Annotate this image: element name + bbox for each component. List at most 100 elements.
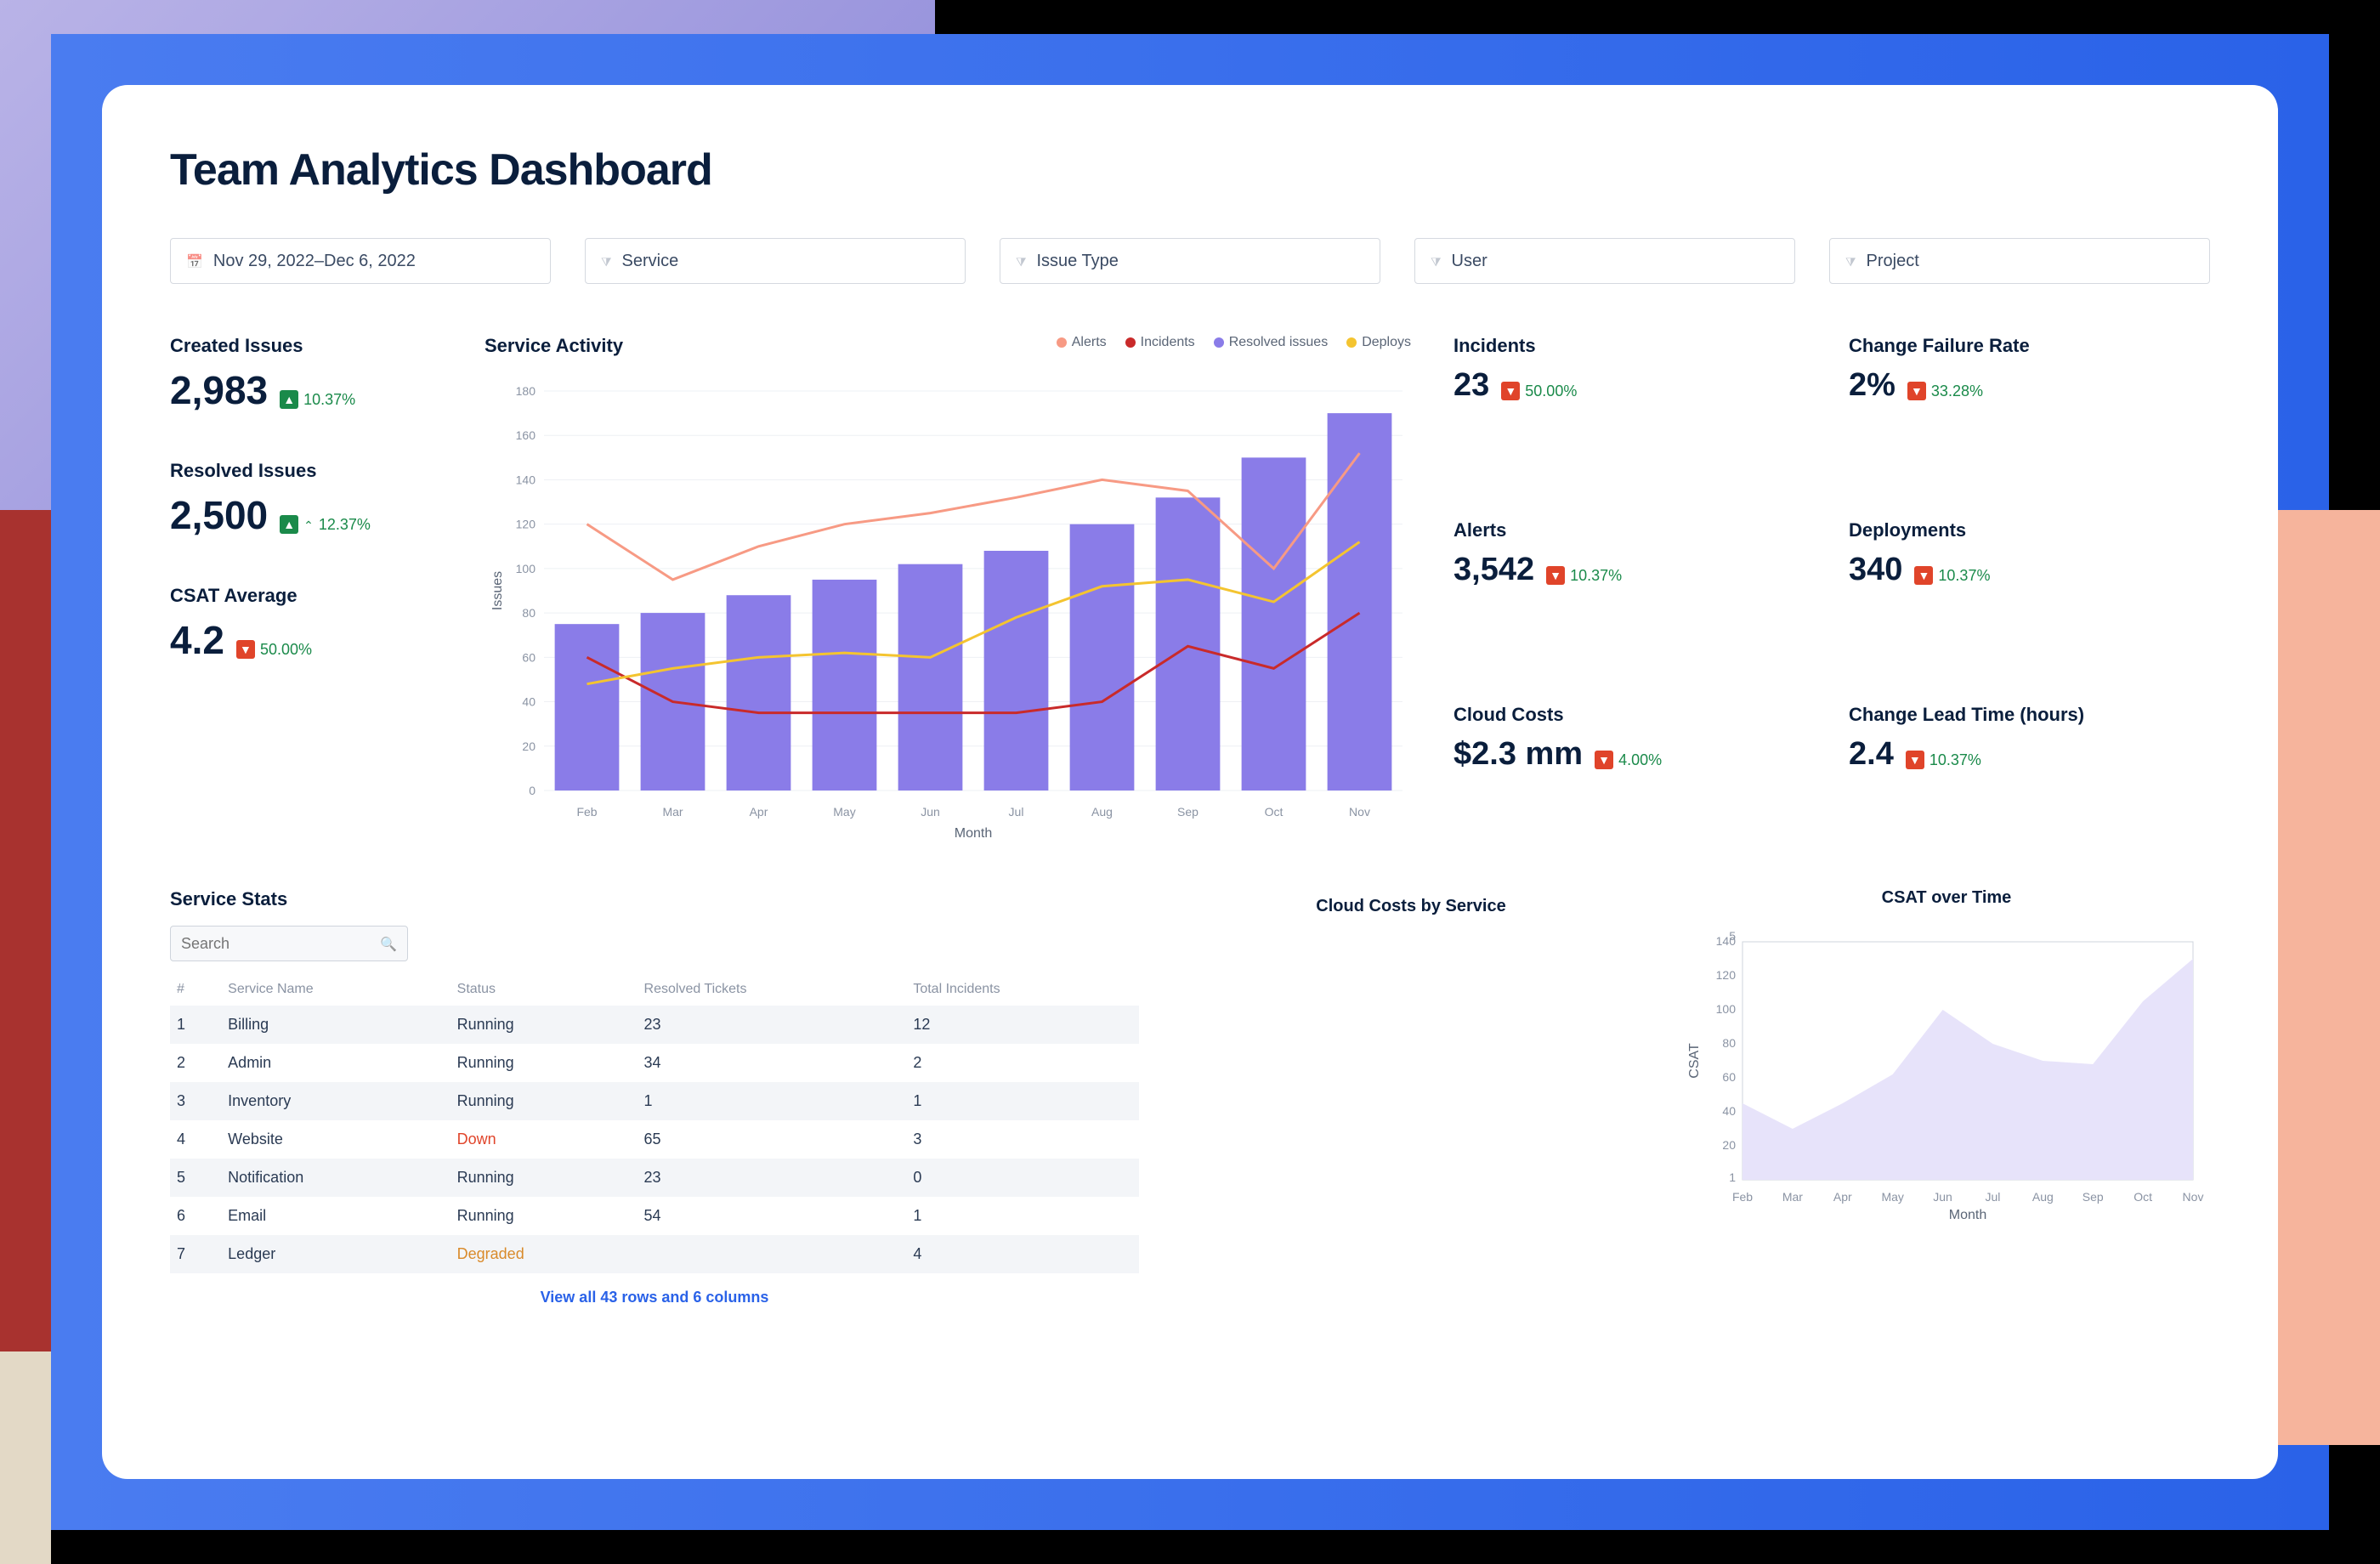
svg-text:40: 40: [522, 695, 536, 709]
section-title: Service Stats: [170, 888, 1139, 910]
kpi-value: 2,500: [170, 492, 268, 538]
service-activity-chart: Service Activity Alerts Incidents Resolv…: [484, 335, 1420, 846]
svg-text:100: 100: [516, 562, 536, 575]
trend-down-icon: ▼: [1501, 382, 1520, 400]
table-row[interactable]: 3InventoryRunning11: [170, 1082, 1139, 1120]
table-row[interactable]: 4WebsiteDown653: [170, 1120, 1139, 1159]
kpi-label: CSAT Average: [170, 585, 450, 607]
kpi-cfr: Change Failure Rate 2% ▼33.28%: [1849, 335, 2210, 477]
caret-up-icon: [303, 516, 314, 534]
svg-text:Jul: Jul: [1009, 805, 1024, 819]
kpi-value: 23: [1454, 367, 1489, 404]
table-header: #: [170, 973, 221, 1006]
svg-text:Mar: Mar: [662, 805, 683, 819]
table-header: Resolved Tickets: [638, 973, 907, 1006]
svg-text:Oct: Oct: [1265, 805, 1284, 819]
svg-text:Month: Month: [1949, 1208, 1986, 1222]
table-header: Status: [450, 973, 638, 1006]
funnel-icon: [1845, 252, 1856, 270]
kpi-delta: 12.37%: [319, 516, 371, 534]
cloud-costs-panel: Cloud Costs by Service: [1190, 888, 1632, 1306]
table-row[interactable]: 1BillingRunning2312: [170, 1006, 1139, 1044]
kpi-created-issues: Created Issues 2,983 ▲10.37%: [170, 335, 450, 413]
kpi-incidents: Incidents 23 ▼50.00%: [1454, 335, 1815, 477]
svg-text:80: 80: [1722, 1036, 1736, 1050]
svg-text:Mar: Mar: [1782, 1190, 1803, 1204]
filter-issue-type[interactable]: Issue Type: [1000, 238, 1380, 284]
kpi-cloud-costs: Cloud Costs $2.3 mm ▼4.00%: [1454, 704, 1815, 846]
filters-row: Nov 29, 2022–Dec 6, 2022 Service Issue T…: [170, 238, 2210, 284]
kpi-label: Change Lead Time (hours): [1849, 704, 2210, 726]
filter-date-range[interactable]: Nov 29, 2022–Dec 6, 2022: [170, 238, 551, 284]
kpi-label: Resolved Issues: [170, 460, 450, 482]
svg-text:CSAT: CSAT: [1687, 1043, 1702, 1079]
svg-text:Sep: Sep: [1177, 805, 1198, 819]
svg-text:1: 1: [1729, 1170, 1736, 1184]
filter-user-label: User: [1452, 252, 1488, 271]
svg-text:Feb: Feb: [1732, 1190, 1753, 1204]
trend-down-icon: ▼: [1914, 566, 1933, 585]
dashboard-panel: Team Analytics Dashboard Nov 29, 2022–De…: [102, 85, 2278, 1479]
kpi-change-lead: Change Lead Time (hours) 2.4 ▼10.37%: [1849, 704, 2210, 846]
svg-text:Month: Month: [955, 826, 992, 841]
kpi-delta: 10.37%: [1930, 751, 1981, 769]
filter-service-label: Service: [622, 252, 679, 271]
kpi-label: Created Issues: [170, 335, 450, 357]
kpi-delta: 50.00%: [260, 641, 312, 659]
kpi-label: Cloud Costs: [1454, 704, 1815, 726]
page-title: Team Analytics Dashboard: [170, 144, 2210, 196]
kpi-deployments: Deployments 340 ▼10.37%: [1849, 519, 2210, 661]
svg-text:60: 60: [522, 650, 536, 664]
kpi-delta: 50.00%: [1525, 382, 1577, 400]
trend-down-icon: ▼: [1546, 566, 1565, 585]
table-header: Total Incidents: [906, 973, 1139, 1006]
kpi-csat-avg: CSAT Average 4.2 ▼50.00%: [170, 585, 450, 663]
svg-text:Oct: Oct: [2134, 1190, 2152, 1204]
table-row[interactable]: 2AdminRunning342: [170, 1044, 1139, 1082]
svg-text:Issues: Issues: [490, 571, 505, 610]
svg-text:0: 0: [529, 784, 536, 797]
filter-date-label: Nov 29, 2022–Dec 6, 2022: [213, 252, 416, 271]
svg-text:Nov: Nov: [2183, 1190, 2204, 1204]
section-title: CSAT over Time: [1683, 888, 2210, 908]
filter-project[interactable]: Project: [1829, 238, 2210, 284]
search-field[interactable]: [181, 935, 368, 953]
svg-text:Jun: Jun: [921, 805, 940, 819]
service-stats-table: #Service NameStatusResolved TicketsTotal…: [170, 973, 1139, 1273]
search-input[interactable]: [170, 926, 408, 961]
kpis-right: Incidents 23 ▼50.00% Change Failure Rate…: [1454, 335, 2210, 846]
kpi-delta: 10.37%: [303, 391, 355, 409]
service-activity-svg: 020406080100120140160180FebMarAprMayJunJ…: [484, 366, 1420, 842]
svg-text:May: May: [1881, 1190, 1903, 1204]
search-icon: [380, 935, 397, 953]
kpi-label: Alerts: [1454, 519, 1815, 541]
view-all-link[interactable]: View all 43 rows and 6 columns: [170, 1289, 1139, 1306]
svg-text:100: 100: [1716, 1002, 1737, 1016]
svg-text:120: 120: [516, 518, 536, 531]
filter-user[interactable]: User: [1414, 238, 1795, 284]
legend-incidents: Incidents: [1125, 335, 1195, 350]
legend-deploys: Deploys: [1346, 335, 1411, 350]
kpi-label: Change Failure Rate: [1849, 335, 2210, 357]
kpi-resolved-issues: Resolved Issues 2,500 ▲12.37%: [170, 460, 450, 538]
table-row[interactable]: 7LedgerDegraded4: [170, 1235, 1139, 1273]
svg-text:May: May: [833, 805, 855, 819]
filter-service[interactable]: Service: [585, 238, 966, 284]
table-row[interactable]: 6EmailRunning541: [170, 1197, 1139, 1235]
svg-text:Apr: Apr: [1833, 1190, 1852, 1204]
funnel-icon: [1431, 252, 1442, 270]
svg-text:Jul: Jul: [1985, 1190, 2000, 1204]
table-row[interactable]: 5NotificationRunning230: [170, 1159, 1139, 1197]
legend-alerts: Alerts: [1057, 335, 1107, 350]
filter-project-label: Project: [1867, 252, 1919, 271]
legend-resolved: Resolved issues: [1214, 335, 1329, 350]
kpi-value: 2,983: [170, 367, 268, 413]
kpis-left: Created Issues 2,983 ▲10.37% Resolved Is…: [170, 335, 450, 846]
svg-text:80: 80: [522, 606, 536, 620]
svg-text:140: 140: [516, 473, 536, 486]
kpi-value: 340: [1849, 552, 1902, 588]
kpi-value: $2.3 mm: [1454, 736, 1583, 773]
svg-text:Feb: Feb: [576, 805, 597, 819]
svg-text:Apr: Apr: [750, 805, 768, 819]
kpi-delta: 10.37%: [1938, 567, 1990, 585]
